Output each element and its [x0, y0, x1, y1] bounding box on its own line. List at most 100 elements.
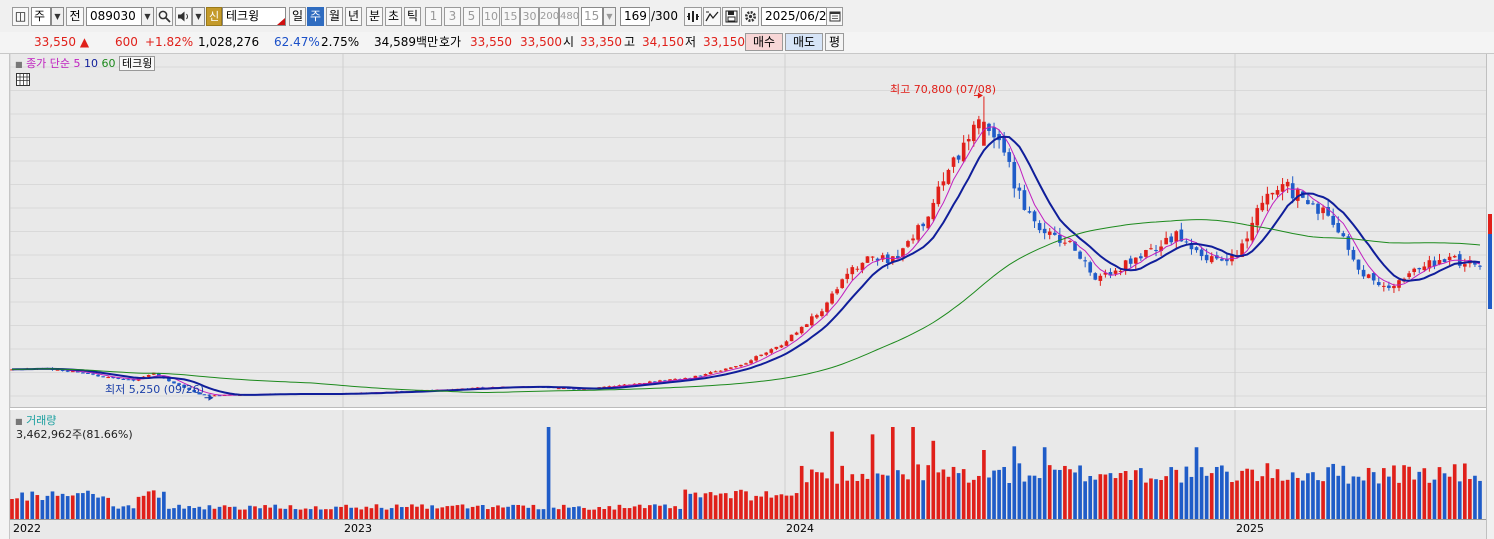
volume-bar	[1280, 480, 1285, 519]
volume-bar	[951, 466, 956, 519]
prev-button[interactable]: 전	[66, 7, 84, 26]
volume-bar	[334, 506, 338, 519]
calendar-icon[interactable]	[826, 7, 843, 26]
custom-interval-dropdown[interactable]: ▼	[603, 7, 616, 26]
speaker-icon[interactable]	[175, 7, 192, 26]
volume-bar	[941, 469, 946, 519]
volume-bar	[1346, 483, 1351, 519]
volume-bar	[1022, 481, 1027, 519]
candle	[1047, 231, 1052, 235]
volume-bar	[1189, 476, 1194, 519]
date-input[interactable]: 2025/06/23	[761, 7, 834, 26]
tab-second[interactable]: 초	[385, 7, 402, 26]
tab-year[interactable]: 년	[345, 7, 362, 26]
volume-bar	[663, 504, 667, 519]
stock-code-dropdown[interactable]: ▼	[141, 7, 154, 26]
volume-bar	[308, 509, 313, 519]
buy-button[interactable]: 매수	[745, 33, 783, 51]
candle	[81, 372, 85, 374]
volume-bar	[734, 491, 738, 519]
volume-bar	[511, 504, 515, 519]
stock-code-input[interactable]: 089030	[86, 7, 142, 26]
tab-minute[interactable]: 분	[366, 7, 383, 26]
candle	[809, 316, 814, 326]
panel-separator[interactable]	[10, 407, 1486, 410]
drawing-tool-icon[interactable]	[703, 7, 721, 26]
sell-button[interactable]: 매도	[785, 33, 823, 51]
volume-bar	[997, 469, 1001, 519]
interval-480[interactable]: 480	[559, 7, 579, 26]
interval-10[interactable]: 10	[482, 7, 500, 26]
candle	[1306, 200, 1310, 205]
right-scrollbar[interactable]	[1486, 54, 1494, 539]
tab-tick[interactable]: 틱	[404, 7, 421, 26]
candle	[1088, 262, 1093, 273]
volume-bar	[1144, 482, 1148, 519]
gear-icon[interactable]	[741, 7, 759, 26]
candle	[845, 273, 850, 280]
zoom-in-icon[interactable]	[684, 7, 702, 26]
volume-bar	[35, 495, 40, 519]
low-label: 저	[685, 35, 697, 49]
candle	[1366, 274, 1371, 278]
interval-30[interactable]: 30	[520, 7, 539, 26]
volume-bar	[1295, 477, 1300, 519]
volume-bar	[101, 496, 105, 519]
volume-bar	[1442, 473, 1447, 519]
volume-bar	[420, 504, 424, 519]
volume-bar	[668, 508, 672, 519]
volume-bar	[723, 493, 728, 519]
chart-menu-icon[interactable]: ◫	[12, 7, 29, 26]
volume-bar	[703, 493, 708, 519]
volume-bar	[647, 505, 652, 519]
volume-bar	[177, 504, 181, 519]
average-button[interactable]: 평	[825, 33, 844, 51]
candle	[1452, 256, 1457, 258]
volume-bar	[258, 508, 262, 519]
candle	[1407, 273, 1411, 278]
volume-bar	[744, 491, 748, 519]
interval-200[interactable]: 200	[539, 7, 559, 26]
interval-1[interactable]: 1	[425, 7, 442, 26]
volume-bar	[693, 492, 698, 519]
change-percent: +1.82%	[145, 35, 194, 49]
speaker-dropdown[interactable]: ▼	[192, 7, 205, 26]
period-unit-dropdown[interactable]: ▼	[51, 7, 64, 26]
search-icon[interactable]	[156, 7, 173, 26]
volume-bar	[25, 500, 30, 519]
volume-bar	[536, 509, 541, 519]
candle	[759, 354, 764, 356]
tab-month[interactable]: 월	[326, 7, 343, 26]
candle	[1290, 183, 1295, 199]
period-unit-select[interactable]: 주	[31, 7, 51, 26]
interval-3[interactable]: 3	[444, 7, 461, 26]
candle	[840, 279, 845, 288]
custom-interval-input[interactable]: 15	[581, 7, 603, 26]
volume-bar	[612, 509, 617, 519]
volume-bar	[197, 506, 202, 519]
volume-bar	[1341, 465, 1346, 519]
volume-bar	[582, 507, 586, 519]
tab-week[interactable]: 주	[307, 7, 324, 26]
volume-bar	[30, 491, 35, 519]
max-price-annotation: 최고 70,800 (07/08)	[890, 83, 997, 96]
data-count-input[interactable]: 169	[620, 7, 650, 26]
x-tick-2022: 2022	[13, 522, 41, 535]
tab-day[interactable]: 일	[289, 7, 306, 26]
volume-bar	[683, 489, 688, 519]
volume-bar	[1275, 469, 1280, 519]
grid-table-icon[interactable]	[16, 73, 30, 86]
interval-15[interactable]: 15	[501, 7, 520, 26]
volume-bar	[1052, 469, 1057, 519]
volume-bar	[921, 480, 925, 519]
volume-bar	[1306, 473, 1310, 519]
volume-legend-square-icon: ■	[15, 417, 23, 426]
chart-area[interactable]	[10, 54, 1486, 539]
candle	[1285, 181, 1290, 187]
volume-bar	[673, 506, 677, 519]
interval-5[interactable]: 5	[463, 7, 480, 26]
candle	[774, 346, 779, 349]
save-icon[interactable]	[722, 7, 740, 26]
volume-bar	[587, 509, 591, 519]
volume-bar	[298, 509, 303, 519]
